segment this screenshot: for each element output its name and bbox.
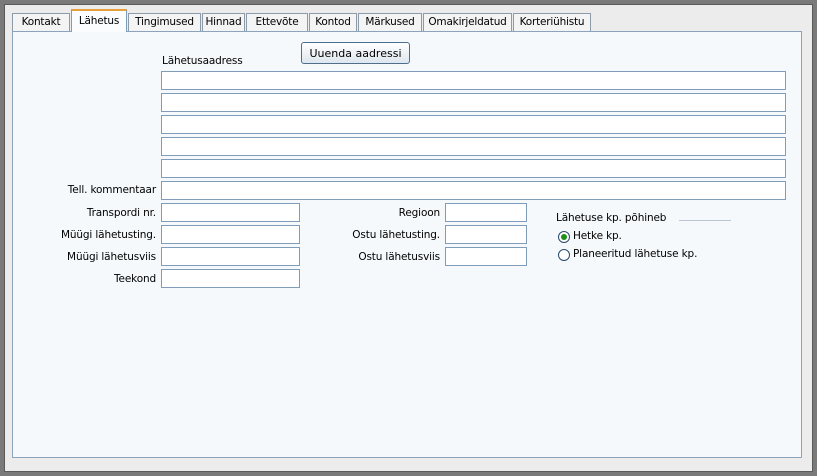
order-comment-label: Tell. kommentaar — [67, 184, 156, 196]
region-label: Regioon — [398, 207, 440, 219]
sales-shipping-terms-field[interactable] — [161, 225, 300, 244]
order-comment-field[interactable] — [161, 181, 786, 200]
radio-planned-date-label[interactable]: Planeeritud lähetuse kp. — [573, 248, 697, 260]
shipping-date-basis-label: Lähetuse kp. põhineb — [556, 212, 667, 224]
window-frame: Kontakt Lähetus Tingimused Hinnad Ettevõ… — [4, 4, 813, 472]
sales-shipping-mode-label: Müügi lähetusviis — [67, 251, 156, 263]
shipping-address-label: Lähetusaadress — [162, 55, 243, 67]
radio-current-date-label[interactable]: Hetke kp. — [573, 230, 622, 242]
transport-nr-label: Transpordi nr. — [86, 207, 156, 219]
shipping-address-line-1[interactable] — [161, 71, 786, 90]
purchase-shipping-mode-field[interactable] — [445, 247, 527, 266]
route-label: Teekond — [114, 273, 156, 285]
shipping-address-line-5[interactable] — [161, 159, 786, 178]
shipping-address-line-3[interactable] — [161, 115, 786, 134]
sales-shipping-terms-label: Müügi lähetusting. — [61, 229, 156, 241]
update-address-button[interactable]: Uuenda aadressi — [301, 42, 410, 64]
tab-kontod[interactable]: Kontod — [309, 13, 357, 31]
tab-omakirjeldatud[interactable]: Omakirjeldatud — [423, 13, 512, 31]
region-field[interactable] — [445, 203, 527, 222]
tab-korteriuhistu[interactable]: Korteriühistu — [513, 13, 591, 31]
purchase-shipping-terms-field[interactable] — [445, 225, 527, 244]
route-field[interactable] — [161, 269, 300, 288]
transport-nr-field[interactable] — [161, 203, 300, 222]
group-separator — [679, 220, 731, 221]
sales-shipping-mode-field[interactable] — [161, 247, 300, 266]
purchase-shipping-terms-label: Ostu lähetusting. — [352, 229, 440, 241]
purchase-shipping-mode-label: Ostu lähetusviis — [358, 251, 440, 263]
tab-kontakt[interactable]: Kontakt — [12, 13, 70, 31]
tab-ettevote[interactable]: Ettevõte — [246, 13, 308, 31]
radio-current-date[interactable] — [558, 231, 570, 243]
shipping-panel: Uuenda aadressi Lähetusaadress Tell. kom… — [12, 31, 802, 458]
tab-markused[interactable]: Märkused — [358, 13, 422, 31]
tab-tingimused[interactable]: Tingimused — [128, 13, 201, 31]
radio-selected-dot — [561, 234, 567, 240]
shipping-address-line-2[interactable] — [161, 93, 786, 112]
shipping-address-line-4[interactable] — [161, 137, 786, 156]
radio-planned-date[interactable] — [558, 249, 570, 261]
tab-hinnad[interactable]: Hinnad — [202, 13, 245, 31]
tab-lahetus[interactable]: Lähetus — [71, 9, 127, 32]
